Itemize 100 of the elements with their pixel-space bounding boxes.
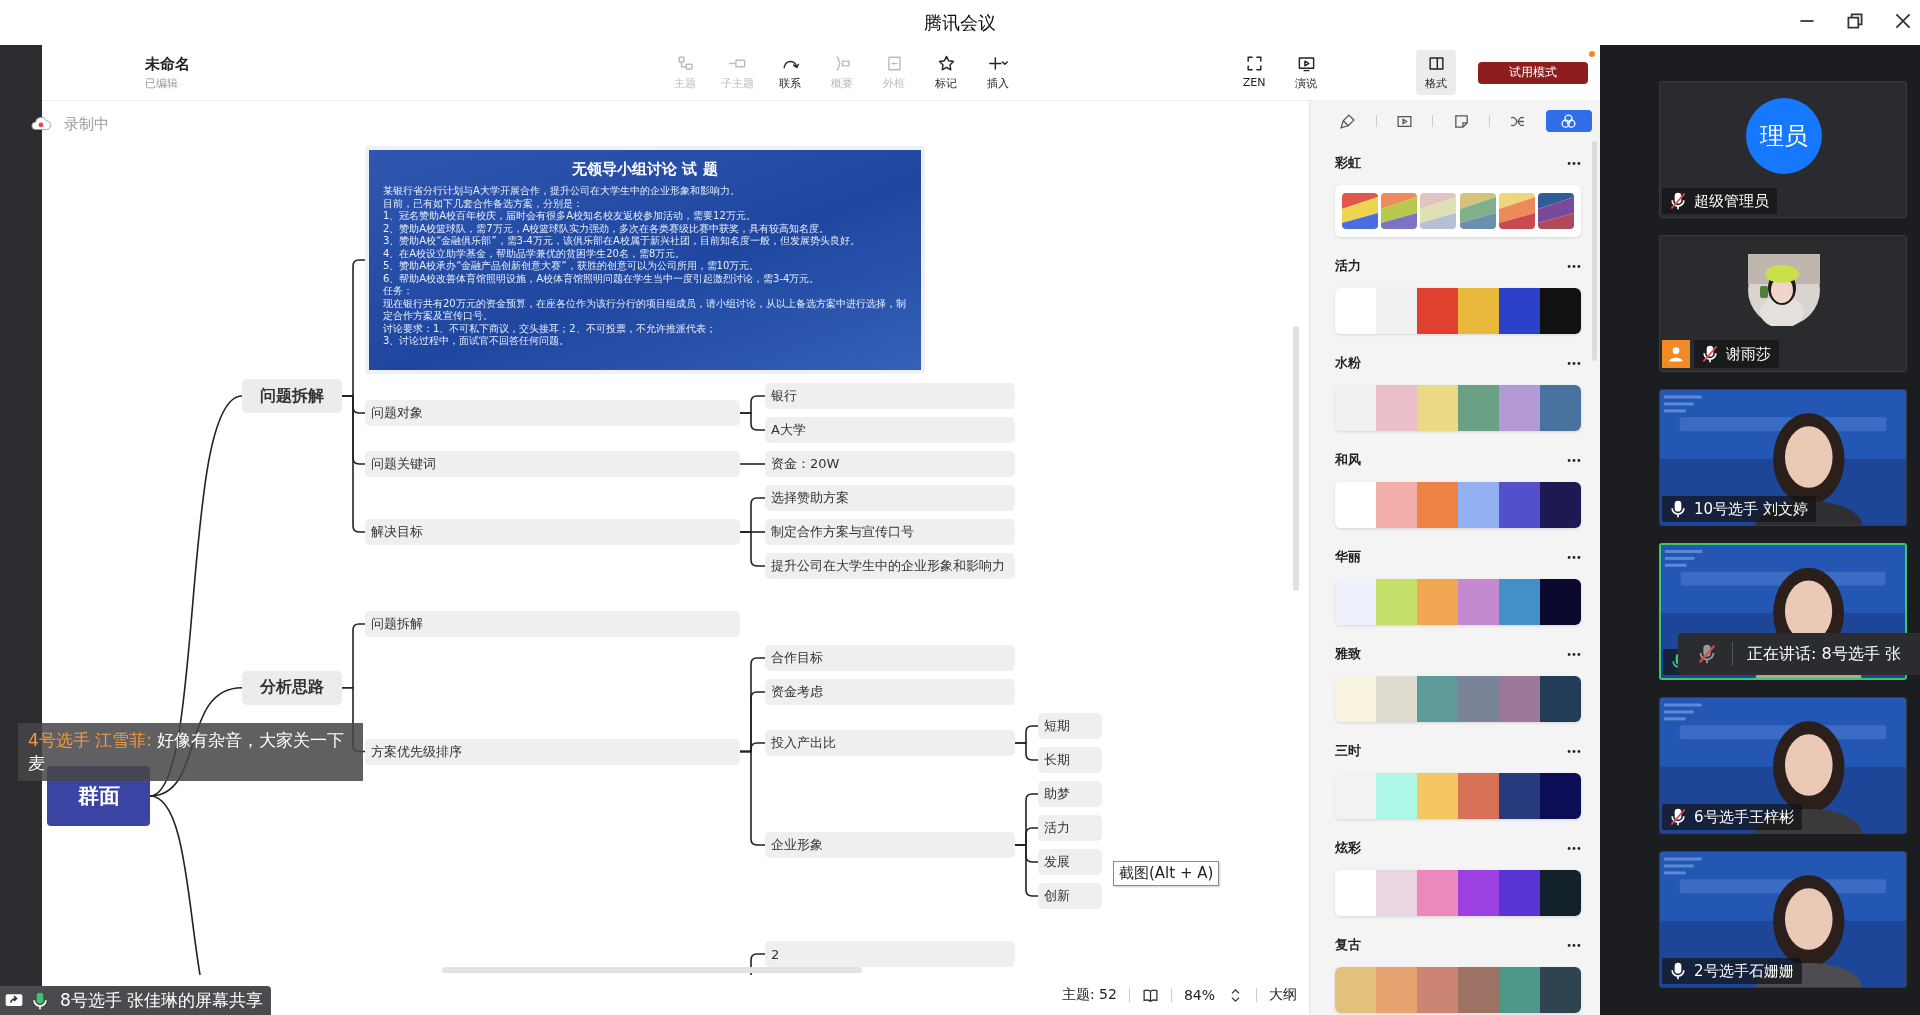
- color-swatch[interactable]: [1376, 482, 1417, 528]
- color-swatch[interactable]: [1499, 773, 1540, 819]
- mic-icon[interactable]: [30, 990, 50, 1011]
- color-swatch[interactable]: [1499, 676, 1540, 722]
- color-swatch[interactable]: [1537, 193, 1574, 229]
- palette-name: 和风: [1335, 451, 1361, 469]
- note-icon: [1452, 112, 1470, 130]
- video-tile[interactable]: 理员 超级管理员: [1659, 81, 1907, 218]
- color-swatch[interactable]: [1342, 193, 1378, 229]
- color-swatch[interactable]: [1376, 288, 1417, 334]
- color-swatch[interactable]: [1499, 385, 1540, 431]
- more-icon[interactable]: [1567, 845, 1581, 851]
- topic-node: 问题对象: [365, 400, 740, 426]
- color-theme-tab[interactable]: [1545, 110, 1592, 132]
- video-tile[interactable]: 6号选手王梓彬: [1659, 697, 1907, 834]
- topic-node: 问题关键词: [365, 451, 740, 477]
- zoom-level[interactable]: 84%: [1183, 987, 1215, 1003]
- color-swatch[interactable]: [1417, 288, 1458, 334]
- more-icon[interactable]: [1567, 160, 1581, 166]
- topic-node: 资金考虑: [765, 679, 1015, 705]
- topic-node: 发展: [1038, 849, 1102, 875]
- color-swatch[interactable]: [1335, 967, 1376, 1013]
- color-swatch[interactable]: [1540, 967, 1581, 1013]
- scrollbar[interactable]: [1293, 326, 1299, 591]
- book-icon[interactable]: [1141, 986, 1159, 1004]
- color-swatch[interactable]: [1499, 579, 1540, 625]
- scrollbar[interactable]: [442, 967, 862, 973]
- slide-text: 4、在A校设立助学基金，帮助品学兼优的贫困学生20名，需8万元。: [383, 247, 687, 260]
- outline-button[interactable]: 大纲: [1269, 986, 1297, 1004]
- color-swatch[interactable]: [1540, 385, 1581, 431]
- video-tile[interactable]: 10号选手 刘文婷: [1659, 389, 1907, 526]
- participant-name: 谢雨莎: [1726, 344, 1771, 364]
- topic-node: 助梦: [1038, 781, 1102, 807]
- color-swatch[interactable]: [1458, 773, 1499, 819]
- slide-text: 1、冠名赞助A校百年校庆，届时会有很多A校知名校友返校参加活动，需要12万元。: [383, 210, 757, 223]
- slide-text: 某银行省分行计划与A大学开展合作，提升公司在大学生中的企业形象和影响力。: [383, 185, 741, 198]
- scrollbar[interactable]: [1592, 141, 1597, 361]
- color-swatch[interactable]: [1417, 579, 1458, 625]
- color-swatch[interactable]: [1335, 385, 1376, 431]
- color-swatch[interactable]: [1335, 579, 1376, 625]
- color-swatch[interactable]: [1540, 579, 1581, 625]
- palette-name: 彩虹: [1335, 154, 1361, 172]
- color-swatch[interactable]: [1458, 870, 1499, 916]
- color-swatch[interactable]: [1458, 676, 1499, 722]
- color-swatch[interactable]: [1540, 288, 1581, 334]
- more-icon[interactable]: [1567, 457, 1581, 463]
- slide-text: 3、讨论过程中，面试官不回答任何问题。: [383, 335, 571, 348]
- video-tile[interactable]: 谢雨莎: [1659, 235, 1907, 372]
- color-swatch[interactable]: [1376, 967, 1417, 1013]
- color-swatch[interactable]: [1376, 676, 1417, 722]
- color-swatch[interactable]: [1540, 773, 1581, 819]
- more-icon[interactable]: [1567, 748, 1581, 754]
- color-swatch[interactable]: [1540, 676, 1581, 722]
- color-swatch[interactable]: [1540, 870, 1581, 916]
- more-icon[interactable]: [1567, 942, 1581, 948]
- more-icon[interactable]: [1567, 651, 1581, 657]
- color-swatch[interactable]: [1458, 288, 1499, 334]
- color-swatch[interactable]: [1376, 773, 1417, 819]
- color-swatch[interactable]: [1458, 385, 1499, 431]
- trial-mode-button[interactable]: 试用模式: [1478, 61, 1588, 84]
- color-swatch[interactable]: [1417, 482, 1458, 528]
- color-swatch[interactable]: [1417, 676, 1458, 722]
- toolbar-button[interactable]: 演说: [1286, 50, 1326, 95]
- color-swatch[interactable]: [1335, 870, 1376, 916]
- color-swatch[interactable]: [1540, 482, 1581, 528]
- more-icon[interactable]: [1567, 360, 1581, 366]
- toolbar-button[interactable]: 标记: [926, 50, 966, 95]
- color-swatch[interactable]: [1335, 482, 1376, 528]
- color-swatch[interactable]: [1499, 288, 1540, 334]
- color-swatch[interactable]: [1499, 482, 1540, 528]
- color-swatch[interactable]: [1499, 967, 1540, 1013]
- color-swatch[interactable]: [1458, 482, 1499, 528]
- toolbar-button[interactable]: 插入: [978, 50, 1018, 95]
- more-icon[interactable]: [1567, 554, 1581, 560]
- connector-line: [739, 463, 766, 465]
- color-swatch[interactable]: [1335, 773, 1376, 819]
- toolbar-button[interactable]: 联系: [770, 50, 810, 95]
- color-swatch[interactable]: [1417, 870, 1458, 916]
- color-swatch[interactable]: [1417, 773, 1458, 819]
- toolbar-button[interactable]: ZEN: [1234, 50, 1274, 95]
- color-swatch[interactable]: [1420, 193, 1457, 229]
- color-swatch[interactable]: [1335, 288, 1376, 334]
- color-swatch[interactable]: [1417, 967, 1458, 1013]
- color-swatch[interactable]: [1335, 676, 1376, 722]
- palette-card[interactable]: [1335, 185, 1581, 237]
- format-tab[interactable]: 格式: [1416, 50, 1456, 95]
- video-tile[interactable]: 2号选手石姗姗: [1659, 851, 1907, 988]
- color-swatch[interactable]: [1458, 579, 1499, 625]
- color-swatch[interactable]: [1458, 967, 1499, 1013]
- color-swatch[interactable]: [1381, 193, 1418, 229]
- color-swatch[interactable]: [1459, 193, 1496, 229]
- color-swatch[interactable]: [1499, 870, 1540, 916]
- color-swatch[interactable]: [1498, 193, 1535, 229]
- color-swatch[interactable]: [1376, 579, 1417, 625]
- more-icon[interactable]: [1567, 263, 1581, 269]
- color-swatch[interactable]: [1376, 385, 1417, 431]
- color-swatch[interactable]: [1417, 385, 1458, 431]
- color-swatch[interactable]: [1376, 870, 1417, 916]
- slide-text: 2、赞助A校篮球队，需7万元，A校篮球队实力强劲，多次在各类赛级比赛中获奖，具有较高知名度。: [383, 222, 831, 235]
- palette-name: 三时: [1335, 742, 1361, 760]
